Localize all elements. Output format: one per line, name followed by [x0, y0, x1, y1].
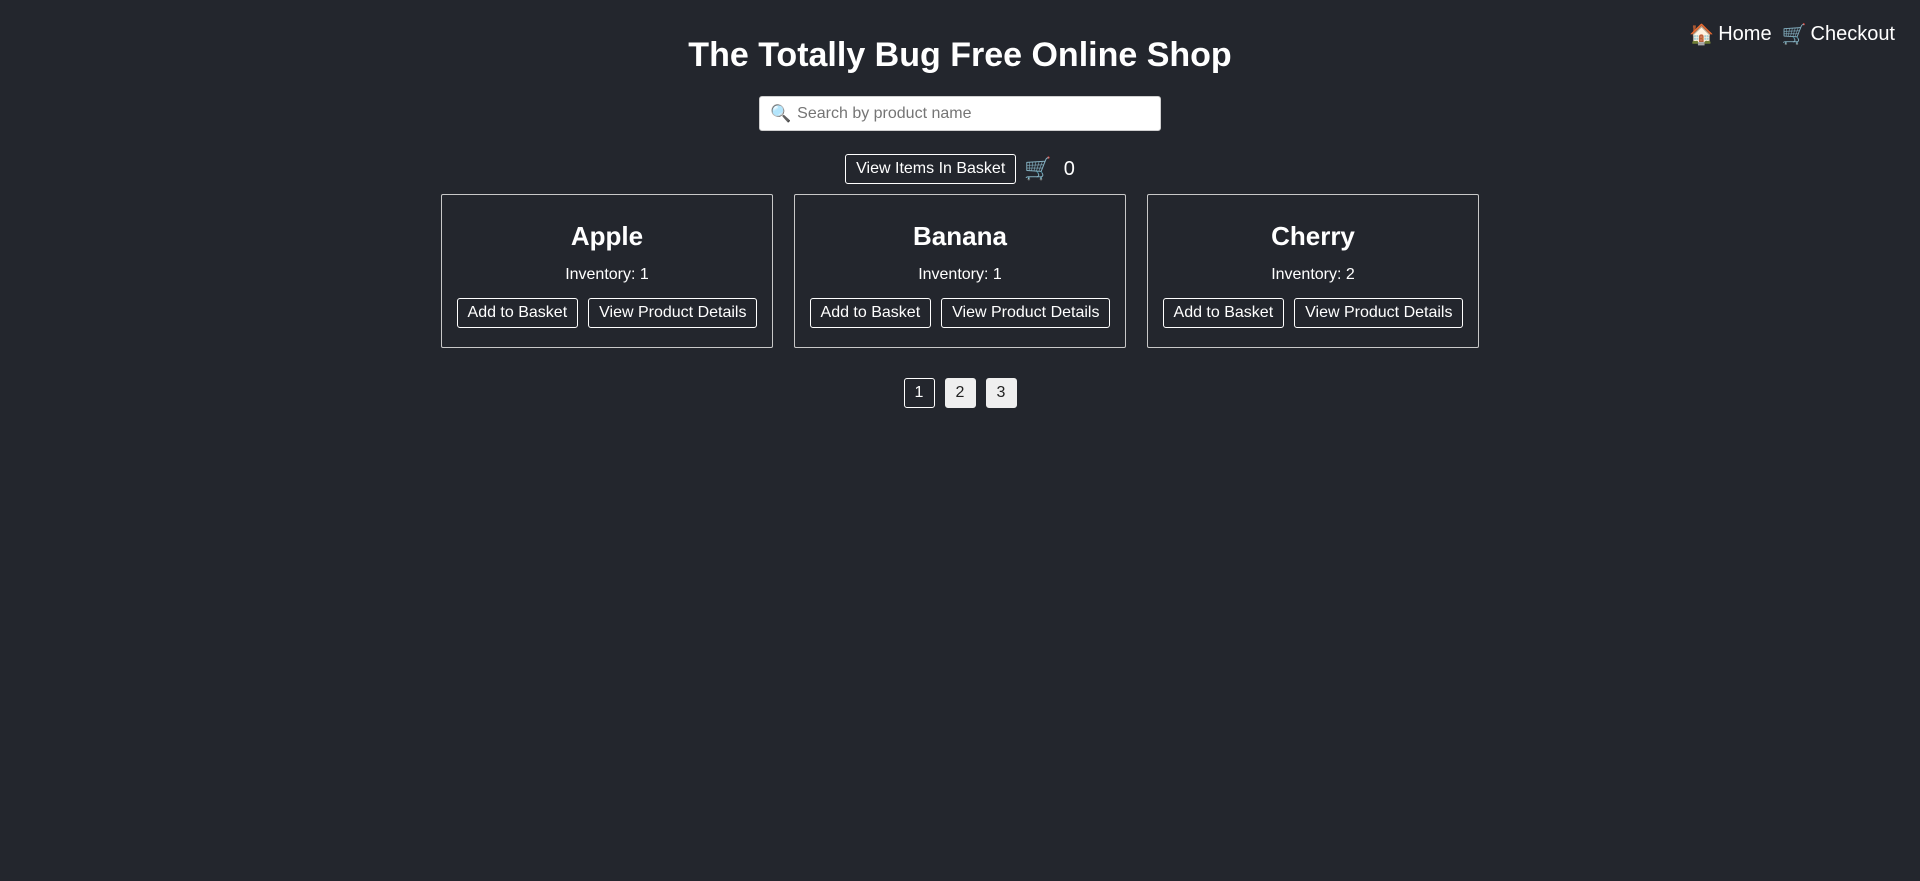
product-card: Cherry Inventory: 2 Add to Basket View P… [1147, 194, 1479, 348]
page-button-1[interactable]: 1 [903, 378, 935, 408]
search-box: 🔍 [759, 96, 1161, 131]
product-actions: Add to Basket View Product Details [795, 298, 1125, 328]
basket-cart-icon: 🛒 [1024, 156, 1052, 182]
product-card: Apple Inventory: 1 Add to Basket View Pr… [441, 194, 773, 348]
add-to-basket-button[interactable]: Add to Basket [809, 298, 932, 328]
page-button-2[interactable]: 2 [944, 378, 976, 408]
product-inventory: Inventory: 1 [565, 266, 649, 283]
product-name: Banana [913, 221, 1007, 251]
view-basket-button[interactable]: View Items In Basket [845, 154, 1017, 184]
view-product-details-button[interactable]: View Product Details [588, 298, 758, 328]
search-input[interactable] [791, 98, 1160, 129]
page-button-3[interactable]: 3 [985, 378, 1017, 408]
product-card: Banana Inventory: 1 Add to Basket View P… [794, 194, 1126, 348]
product-name: Apple [570, 221, 644, 251]
page-title: The Totally Bug Free Online Shop [688, 36, 1232, 74]
product-grid: Apple Inventory: 1 Add to Basket View Pr… [441, 194, 1479, 348]
product-inventory: Inventory: 2 [1271, 266, 1355, 283]
basket-row: View Items In Basket 🛒 0 [0, 154, 1920, 184]
add-to-basket-button[interactable]: Add to Basket [1162, 298, 1285, 328]
view-product-details-button[interactable]: View Product Details [1294, 298, 1464, 328]
pagination: 1 2 3 [0, 378, 1920, 408]
product-actions: Add to Basket View Product Details [1148, 298, 1478, 328]
search-icon: 🔍 [770, 103, 792, 124]
basket-indicator: 🛒 0 [1024, 157, 1075, 182]
product-actions: Add to Basket View Product Details [442, 298, 772, 328]
basket-count: 0 [1063, 157, 1075, 180]
add-to-basket-button[interactable]: Add to Basket [456, 298, 579, 328]
product-name: Cherry [1271, 221, 1355, 251]
product-inventory: Inventory: 1 [918, 266, 1002, 283]
view-product-details-button[interactable]: View Product Details [941, 298, 1111, 328]
